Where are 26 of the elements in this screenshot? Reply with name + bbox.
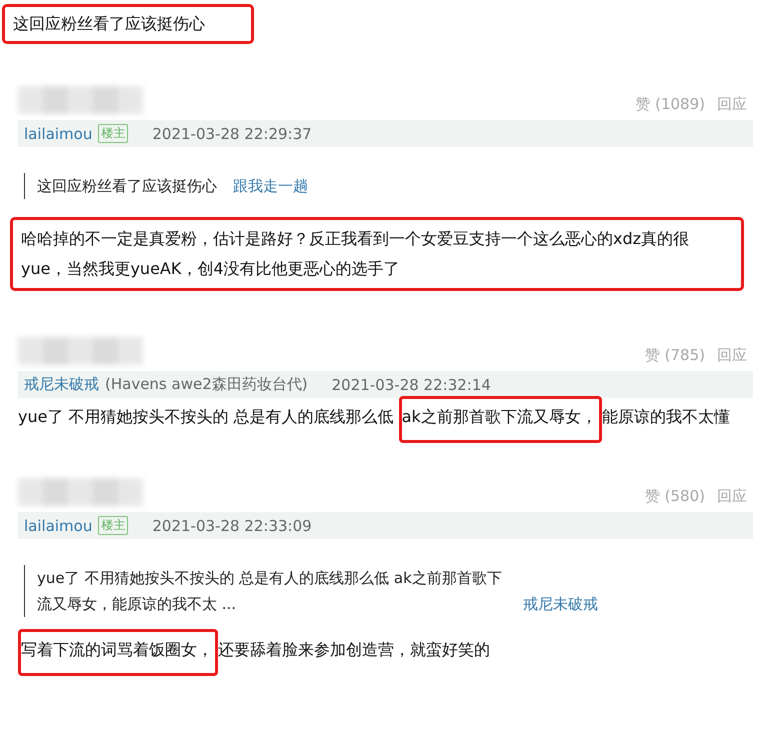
quote-author-link[interactable]: 戒尼未破戒 bbox=[523, 591, 598, 617]
reply-link[interactable]: 回应 bbox=[717, 95, 747, 114]
quote-text: yue了 不用猜她按头不按头的 总是有人的底线那么低 ak之前那首歌下流又辱女，能原谅的我不太 ... bbox=[37, 568, 503, 615]
author-link[interactable]: lailaimou bbox=[24, 124, 92, 142]
reply-link[interactable]: 回应 bbox=[717, 487, 747, 506]
like-link[interactable]: 赞 (1089) bbox=[635, 95, 705, 114]
op-badge: 楼主 bbox=[98, 516, 128, 535]
author-link[interactable]: 戒尼未破戒 bbox=[24, 375, 99, 394]
author-note: (Havens awe2森田药妆台代) bbox=[105, 375, 308, 394]
comment-text: 还要舔着脸来参加创造营，就蛮好笑的 bbox=[218, 640, 490, 659]
annotated-text: ak之前那首歌下流又辱女， bbox=[398, 396, 602, 443]
comment-text: 哈哈掉的不一定是真爱粉，估计是路好？反正我看到一个女爱豆支持一个这么恶心的xdz真的很yue，当然我更yueAK，创4没有比他更恶心的选手了 bbox=[21, 229, 690, 278]
timestamp: 2021-03-28 22:32:14 bbox=[332, 376, 491, 394]
quote-text: 这回应粉丝看了应该挺伤心 bbox=[37, 176, 217, 197]
timestamp: 2021-03-28 22:29:37 bbox=[152, 124, 312, 142]
timestamp: 2021-03-28 22:33:09 bbox=[152, 516, 312, 534]
quote-author-link[interactable]: 跟我走一趟 bbox=[233, 173, 308, 199]
op-badge: 楼主 bbox=[98, 124, 128, 143]
reply-link[interactable]: 回应 bbox=[717, 346, 747, 365]
comment-text: 能原谅的我不太懂 bbox=[602, 407, 730, 426]
author-link[interactable]: lailaimou bbox=[24, 516, 92, 534]
like-link[interactable]: 赞 (785) bbox=[644, 346, 705, 365]
annotated-text: 写着下流的词骂着饭圈女， bbox=[18, 629, 218, 676]
comment-text: 这回应粉丝看了应该挺伤心 bbox=[13, 14, 205, 33]
like-link[interactable]: 赞 (580) bbox=[644, 487, 705, 506]
comment-text: yue了 不用猜她按头不按头的 总是有人的底线那么低 bbox=[18, 407, 395, 426]
